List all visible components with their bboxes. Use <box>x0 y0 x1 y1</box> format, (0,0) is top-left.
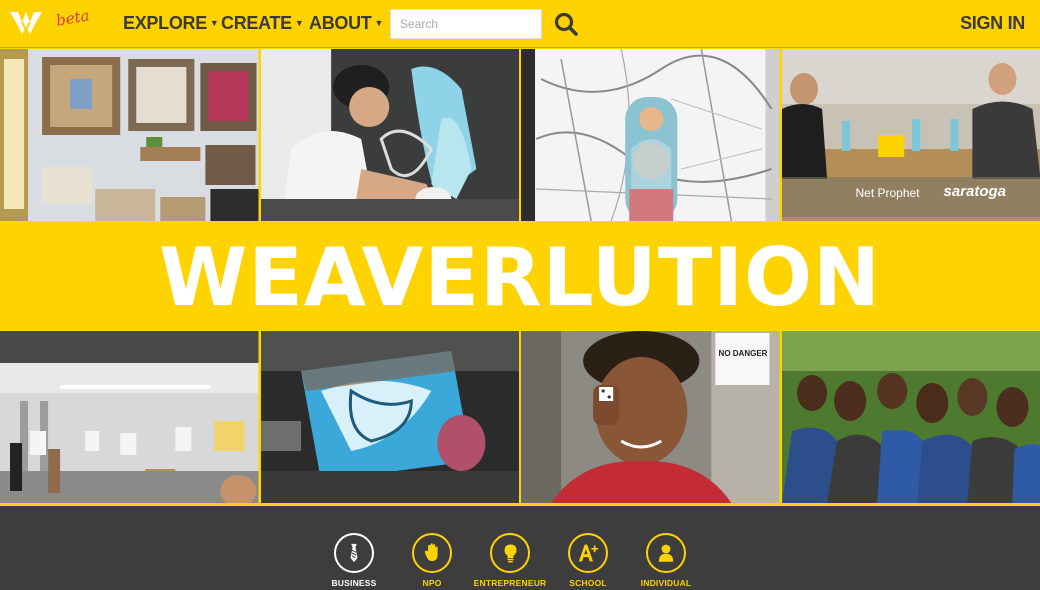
photo-exhibition-hall[interactable] <box>0 331 259 503</box>
category-entrepreneur[interactable]: ENTREPRENEUR <box>465 533 555 588</box>
menu-create[interactable]: CREATE ▼ <box>221 13 304 34</box>
photo-school-girls[interactable] <box>781 331 1040 503</box>
person-icon <box>646 533 686 573</box>
lightbulb-icon <box>490 533 530 573</box>
photo-map-portrait[interactable] <box>521 49 780 221</box>
a-plus-icon <box>568 533 608 573</box>
photo-painter-canvas[interactable] <box>260 331 519 503</box>
category-business[interactable]: BUSINESS <box>309 533 399 588</box>
beta-label: beta <box>54 6 91 30</box>
category-business-label: BUSINESS <box>331 578 377 588</box>
chevron-down-icon: ▼ <box>294 17 304 28</box>
photo-child-dice[interactable]: NO DANGER <box>521 331 780 503</box>
category-npo-label: NPO <box>422 578 442 588</box>
menu-explore[interactable]: EXPLORE ▼ <box>123 13 219 34</box>
hero-title: WEAVERLUTION <box>159 231 881 324</box>
category-bar: BUSINESS NPO ENTREPRENEUR SCHOOL INDIVID… <box>0 503 1040 590</box>
menu-about-label: ABOUT <box>309 13 372 33</box>
photo-row-bottom: NO DANGER <box>0 331 1040 503</box>
sign-in-link[interactable]: SIGN IN <box>960 13 1025 34</box>
search-input[interactable] <box>390 9 542 39</box>
photo-workshop-interior[interactable] <box>0 49 259 221</box>
tie-icon <box>334 533 374 573</box>
hand-icon <box>412 533 452 573</box>
category-npo[interactable]: NPO <box>387 533 477 588</box>
saratoga-text: saratoga <box>943 183 1007 200</box>
no-danger-sign-text: NO DANGER <box>718 349 768 358</box>
menu-about[interactable]: ABOUT ▼ <box>309 13 383 34</box>
chevron-down-icon: ▼ <box>374 17 384 28</box>
photo-net-prophet-event[interactable]: Net Prophet saratoga <box>781 49 1040 221</box>
category-individual[interactable]: INDIVIDUAL <box>621 533 711 588</box>
chevron-down-icon: ▼ <box>209 17 219 28</box>
menu-explore-label: EXPLORE <box>123 13 207 33</box>
logo-icon[interactable] <box>8 8 44 38</box>
category-entrepreneur-label: ENTREPRENEUR <box>473 578 547 588</box>
category-individual-label: INDIVIDUAL <box>640 578 692 588</box>
top-navbar: beta EXPLORE ▼ CREATE ▼ ABOUT ▼ SIGN IN <box>0 0 1040 48</box>
search-icon <box>554 12 578 36</box>
photo-chalkboard-artist[interactable] <box>260 49 519 221</box>
menu-create-label: CREATE <box>221 13 292 33</box>
category-school-label: SCHOOL <box>569 578 607 588</box>
search-button[interactable] <box>553 11 581 39</box>
category-school[interactable]: SCHOOL <box>543 533 633 588</box>
hero-banner: WEAVERLUTION <box>0 222 1040 330</box>
photo-row-top: Net Prophet saratoga <box>0 49 1040 221</box>
net-prophet-text: Net Prophet <box>855 186 920 200</box>
